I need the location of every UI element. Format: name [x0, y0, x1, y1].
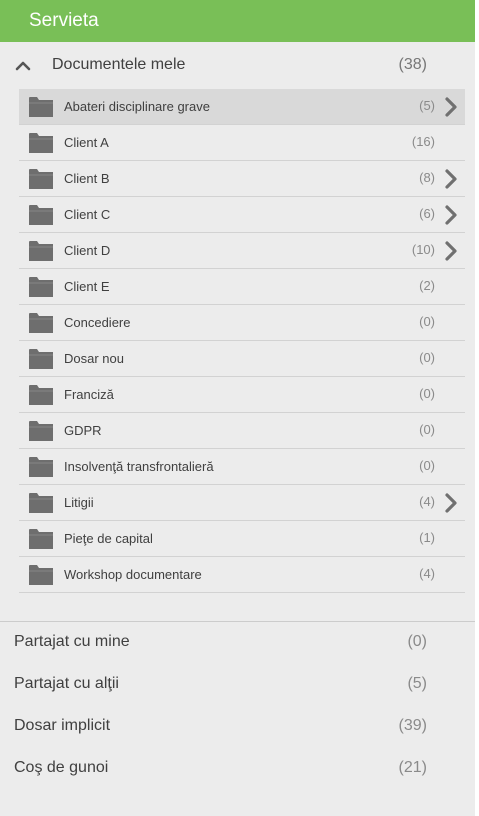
folder-name: Client B	[64, 171, 110, 186]
folder-count: (0)	[419, 350, 435, 365]
folder-icon	[29, 349, 53, 369]
folder-row[interactable]: Insolvenţă transfrontalieră (0)	[19, 449, 465, 485]
folder-row[interactable]: Workshop documentare (4)	[19, 557, 465, 593]
folder-icon	[29, 385, 53, 405]
folder-count: (6)	[419, 206, 435, 221]
my-documents-toggle[interactable]: Documentele mele (38)	[0, 44, 475, 88]
folder-count: (5)	[419, 98, 435, 113]
folder-count: (2)	[419, 278, 435, 293]
panel-title: Servieta	[29, 10, 99, 31]
folder-name: Workshop documentare	[64, 567, 202, 582]
folder-count: (10)	[411, 242, 435, 257]
section-divider	[0, 621, 475, 622]
folder-icon	[29, 241, 53, 261]
briefcase-panel: Servieta Documentele mele (38) Abateri d…	[0, 0, 475, 816]
folder-row[interactable]: Dosar nou (0)	[19, 341, 465, 377]
folder-row[interactable]: Pieţe de capital (1)	[19, 521, 465, 557]
folder-count: (0)	[419, 314, 435, 329]
folder-name: Abateri disciplinare grave	[64, 99, 210, 114]
chevron-right-icon[interactable]	[444, 492, 458, 514]
folder-icon	[29, 205, 53, 225]
my-documents-label: Documentele mele	[52, 56, 186, 73]
folder-count: (4)	[419, 494, 435, 509]
folder-count: (0)	[419, 458, 435, 473]
folder-row[interactable]: GDPR (0)	[19, 413, 465, 449]
panel-header: Servieta	[0, 0, 475, 42]
folder-name: GDPR	[64, 423, 102, 438]
folder-name: Client C	[64, 207, 111, 222]
folder-count: (16)	[411, 134, 435, 149]
folder-icon	[29, 133, 53, 153]
folder-name: Insolvenţă transfrontalieră	[64, 459, 214, 474]
folder-row[interactable]: Client B (8)	[19, 161, 465, 197]
folder-icon	[29, 529, 53, 549]
nav-item-count: (5)	[407, 675, 427, 692]
folder-count: (1)	[419, 530, 435, 545]
folder-row[interactable]: Client E (2)	[19, 269, 465, 305]
folder-icon	[29, 493, 53, 513]
folder-count: (8)	[419, 170, 435, 185]
folder-icon	[29, 565, 53, 585]
chevron-up-icon[interactable]	[15, 59, 31, 71]
folder-list: Abateri disciplinare grave (5) Client A …	[19, 89, 465, 593]
folder-name: Concediere	[64, 315, 131, 330]
folder-icon	[29, 169, 53, 189]
folder-count: (0)	[419, 386, 435, 401]
folder-row[interactable]: Litigii (4)	[19, 485, 465, 521]
folder-name: Client D	[64, 243, 111, 258]
nav-item-label: Partajat cu alţii	[14, 675, 119, 692]
folder-icon	[29, 313, 53, 333]
nav-item-count: (21)	[398, 759, 427, 776]
folder-row[interactable]: Client C (6)	[19, 197, 465, 233]
folder-icon	[29, 277, 53, 297]
folder-row[interactable]: Franciză (0)	[19, 377, 465, 413]
folder-name: Litigii	[64, 495, 94, 510]
folder-name: Client A	[64, 135, 109, 150]
chevron-right-icon[interactable]	[444, 204, 458, 226]
folder-icon	[29, 457, 53, 477]
folder-count: (0)	[419, 422, 435, 437]
folder-name: Dosar nou	[64, 351, 124, 366]
nav-item[interactable]: Partajat cu mine (0)	[0, 623, 475, 663]
nav-item-label: Partajat cu mine	[14, 633, 130, 650]
nav-item-label: Coş de gunoi	[14, 759, 109, 776]
folder-icon	[29, 421, 53, 441]
folder-row[interactable]: Client D (10)	[19, 233, 465, 269]
chevron-right-icon[interactable]	[444, 96, 458, 118]
folder-name: Pieţe de capital	[64, 531, 153, 546]
chevron-right-icon[interactable]	[444, 168, 458, 190]
chevron-right-icon[interactable]	[444, 240, 458, 262]
folder-icon	[29, 97, 53, 117]
folder-row[interactable]: Concediere (0)	[19, 305, 465, 341]
folder-count: (4)	[419, 566, 435, 581]
nav-item[interactable]: Dosar implicit (39)	[0, 707, 475, 747]
folder-row[interactable]: Abateri disciplinare grave (5)	[19, 89, 465, 125]
folder-name: Client E	[64, 279, 110, 294]
nav-item-label: Dosar implicit	[14, 717, 111, 734]
nav-item[interactable]: Coş de gunoi (21)	[0, 749, 475, 789]
nav-item-count: (0)	[407, 633, 427, 650]
nav-item-count: (39)	[398, 717, 427, 734]
folder-name: Franciză	[64, 387, 114, 402]
nav-item[interactable]: Partajat cu alţii (5)	[0, 665, 475, 705]
my-documents-count: (38)	[398, 56, 427, 73]
folder-row[interactable]: Client A (16)	[19, 125, 465, 161]
